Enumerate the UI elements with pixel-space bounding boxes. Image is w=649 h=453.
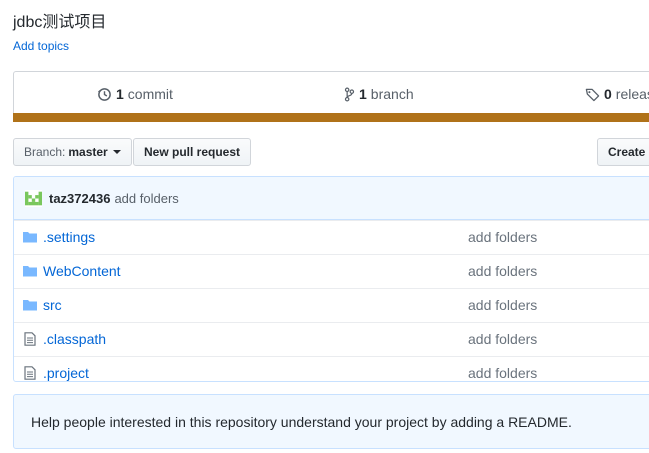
new-pull-request-button[interactable]: New pull request — [133, 138, 252, 166]
tag-icon — [585, 88, 600, 101]
branch-prefix: Branch: — [24, 145, 66, 159]
repo-description: jdbc测试项目 — [13, 14, 107, 31]
file-row[interactable]: .settings add folders — [14, 220, 649, 254]
branches-link[interactable]: 1 branch — [344, 86, 414, 102]
branches-count: 1 — [359, 86, 367, 102]
branches-label: branch — [370, 86, 414, 102]
file-name[interactable]: WebContent — [43, 263, 121, 279]
add-topics-link[interactable]: Add topics — [13, 39, 69, 53]
file-listing: taz372436 add folders .settings add folde… — [13, 176, 649, 382]
file-name[interactable]: .classpath — [43, 331, 106, 347]
file-row[interactable]: src add folders — [14, 288, 649, 322]
branch-select-button[interactable]: Branch: master — [13, 138, 132, 166]
file-row[interactable]: .classpath add folders — [14, 322, 649, 356]
commits-link[interactable]: 1 commit — [97, 86, 173, 102]
file-row[interactable]: WebContent add folders — [14, 254, 649, 288]
file-commit-message[interactable]: add folders — [468, 229, 537, 245]
file-name[interactable]: .project — [43, 365, 89, 381]
file-commit-message[interactable]: add folders — [468, 331, 537, 347]
commits-count: 1 — [116, 86, 124, 102]
file-name[interactable]: src — [43, 297, 62, 313]
file-commit-message[interactable]: add folders — [468, 263, 537, 279]
history-icon — [97, 87, 111, 101]
branch-icon — [344, 87, 355, 101]
file-commit-message[interactable]: add folders — [468, 365, 537, 381]
file-commit-message[interactable]: add folders — [468, 297, 537, 313]
releases-count: 0 — [604, 86, 612, 102]
folder-icon — [23, 300, 37, 311]
commit-author[interactable]: taz372436 — [49, 191, 110, 206]
file-name[interactable]: .settings — [43, 229, 95, 245]
branch-name: master — [68, 145, 108, 159]
commits-label: commit — [127, 86, 173, 102]
file-row[interactable]: .project add folders — [14, 356, 649, 381]
create-new-file-button[interactable]: Create n — [597, 138, 649, 166]
file-icon — [24, 332, 36, 346]
folder-icon — [23, 266, 37, 277]
avatar[interactable] — [25, 190, 42, 207]
releases-link[interactable]: 0 releas — [585, 86, 649, 102]
chevron-down-icon — [112, 150, 121, 154]
readme-prompt: Help people interested in this repositor… — [13, 394, 649, 449]
releases-label: releas — [615, 86, 649, 102]
language-bar[interactable] — [13, 113, 649, 122]
latest-commit-bar: taz372436 add folders — [14, 177, 649, 220]
commit-message[interactable]: add folders — [114, 191, 178, 206]
file-icon — [24, 366, 36, 380]
folder-icon — [23, 232, 37, 243]
